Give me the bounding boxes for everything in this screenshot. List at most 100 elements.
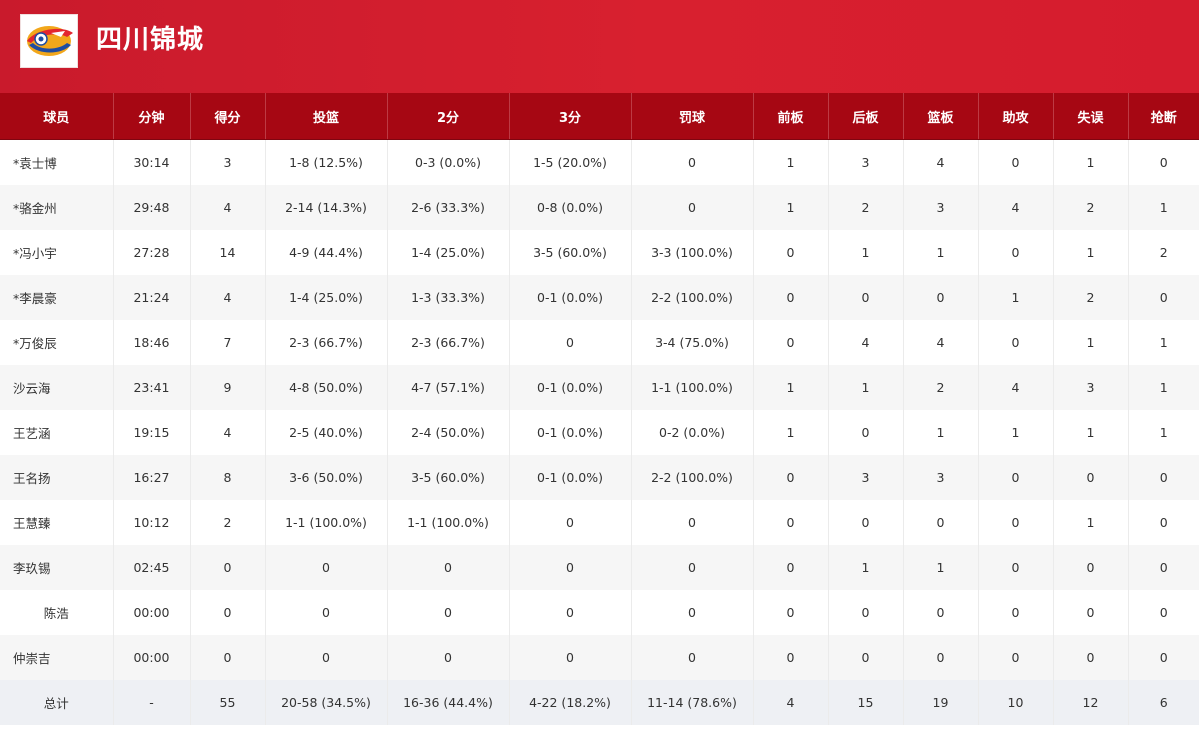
stat-cell-three-pt: 0 (508, 635, 631, 680)
stat-cell-three-pt: 0-1 (0.0%) (508, 455, 631, 500)
stat-cell-tov: 1 (1052, 500, 1128, 545)
column-header-fg[interactable]: 投篮 (264, 93, 387, 140)
total-cell-points: 55 (189, 680, 265, 725)
team-header: 四川锦城 (0, 0, 1199, 93)
column-header-minutes[interactable]: 分钟 (112, 93, 190, 140)
stat-cell-minutes: 18:46 (112, 320, 190, 365)
stat-cell-ft: 0 (630, 139, 753, 185)
stat-cell-dreb: 1 (827, 365, 903, 410)
total-row: 总计 -55 20-58 (34.5%) 16-36 (44.4%) 4-22 (18.… (0, 680, 1199, 725)
stat-cell-dreb: 2 (827, 185, 903, 230)
stat-cell-minutes: 30:14 (112, 139, 190, 185)
stat-cell-tov: 0 (1052, 635, 1128, 680)
stat-cell-minutes: 16:27 (112, 455, 190, 500)
column-header-points[interactable]: 得分 (189, 93, 265, 140)
player-name[interactable]: 王名扬 (0, 455, 113, 500)
table-row: 仲崇吉 00:00 0 0 0 0 0 0 0 0 0 0 0 (0, 635, 1199, 680)
stat-cell-two-pt: 2-6 (33.3%) (386, 185, 509, 230)
stat-cell-points: 4 (189, 275, 265, 320)
stat-cell-points: 3 (189, 139, 265, 185)
stat-cell-three-pt: 0-1 (0.0%) (508, 275, 631, 320)
total-cell-oreb: 4 (752, 680, 828, 725)
stat-cell-stl: 0 (1127, 139, 1199, 185)
stat-cell-tov: 2 (1052, 275, 1128, 320)
stat-cell-three-pt: 0 (508, 320, 631, 365)
stat-cell-oreb: 1 (752, 139, 828, 185)
column-header-reb[interactable]: 篮板 (902, 93, 978, 140)
stat-cell-points: 0 (189, 590, 265, 635)
total-cell-ast: 10 (977, 680, 1053, 725)
stat-cell-dreb: 0 (827, 635, 903, 680)
stat-cell-ast: 1 (977, 410, 1053, 455)
stat-cell-minutes: 29:48 (112, 185, 190, 230)
table-row: 王慧臻 10:12 2 1-1 (100.0%) 1-1 (100.0%) 0 0 0 0 0 0 1… (0, 500, 1199, 545)
column-header-oreb[interactable]: 前板 (752, 93, 828, 140)
player-name[interactable]: *冯小宇 (0, 230, 113, 275)
table-header-row: 球员 分钟 得分 投篮 2分 3分 罚球 前板 后板 篮板 助攻 失误 抢断 (0, 93, 1199, 140)
player-name[interactable]: *骆金州 (0, 185, 113, 230)
stat-cell-three-pt: 1-5 (20.0%) (508, 139, 631, 185)
player-name[interactable]: *万俊辰 (0, 320, 113, 365)
player-name[interactable]: 王艺涵 (0, 410, 113, 455)
stat-cell-two-pt: 3-5 (60.0%) (386, 455, 509, 500)
column-header-three-pt[interactable]: 3分 (508, 93, 631, 140)
stat-cell-two-pt: 4-7 (57.1%) (386, 365, 509, 410)
column-header-dreb[interactable]: 后板 (827, 93, 903, 140)
player-name[interactable]: 王慧臻 (0, 500, 113, 545)
stat-cell-ast: 4 (977, 365, 1053, 410)
table-row: 沙云海 23:41 9 4-8 (50.0%) 4-7 (57.1%) 0-1 (0.0%… (0, 365, 1199, 410)
stat-cell-ft: 0-2 (0.0%) (630, 410, 753, 455)
team-logo-icon (20, 14, 78, 68)
total-cell-fg: 20-58 (34.5%) (264, 680, 387, 725)
column-header-player[interactable]: 球员 (0, 93, 113, 140)
stat-cell-two-pt: 1-1 (100.0%) (386, 500, 509, 545)
table-row: 王艺涵 19:15 4 2-5 (40.0%) 2-4 (50.0%) 0-1 (0.0%… (0, 410, 1199, 455)
stat-cell-ast: 0 (977, 500, 1053, 545)
stat-cell-stl: 0 (1127, 500, 1199, 545)
stat-cell-fg: 1-8 (12.5%) (264, 139, 387, 185)
stat-cell-oreb: 0 (752, 635, 828, 680)
stat-cell-ast: 0 (977, 635, 1053, 680)
stat-cell-oreb: 0 (752, 500, 828, 545)
stat-cell-stl: 1 (1127, 320, 1199, 365)
column-header-ft[interactable]: 罚球 (630, 93, 753, 140)
column-header-two-pt[interactable]: 2分 (386, 93, 509, 140)
stat-cell-stl: 2 (1127, 230, 1199, 275)
stat-cell-stl: 1 (1127, 185, 1199, 230)
stat-cell-three-pt: 0 (508, 545, 631, 590)
player-name[interactable]: *袁士博 (0, 139, 113, 185)
player-name[interactable]: 仲崇吉 (0, 635, 113, 680)
stat-cell-two-pt: 0-3 (0.0%) (386, 139, 509, 185)
stat-cell-stl: 0 (1127, 275, 1199, 320)
stat-cell-points: 0 (189, 635, 265, 680)
column-header-stl[interactable]: 抢断 (1127, 93, 1199, 140)
stat-cell-fg: 3-6 (50.0%) (264, 455, 387, 500)
table-row: *李晨豪 21:24 4 1-4 (25.0%) 1-3 (33.3%) 0-1 (0.0… (0, 275, 1199, 320)
stat-cell-oreb: 0 (752, 455, 828, 500)
stat-cell-dreb: 0 (827, 590, 903, 635)
stat-cell-ft: 0 (630, 590, 753, 635)
stat-cell-minutes: 19:15 (112, 410, 190, 455)
column-header-ast[interactable]: 助攻 (977, 93, 1053, 140)
stat-cell-oreb: 0 (752, 275, 828, 320)
stat-cell-two-pt: 2-4 (50.0%) (386, 410, 509, 455)
player-name[interactable]: 李玖锡 (0, 545, 113, 590)
stat-cell-fg: 2-3 (66.7%) (264, 320, 387, 365)
stat-cell-oreb: 0 (752, 230, 828, 275)
stat-cell-tov: 1 (1052, 410, 1128, 455)
team-name: 四川锦城 (96, 25, 205, 55)
total-cell-stl: 6 (1127, 680, 1199, 725)
stat-cell-stl: 1 (1127, 365, 1199, 410)
player-name[interactable]: 沙云海 (0, 365, 113, 410)
stat-cell-ast: 0 (977, 139, 1053, 185)
table-row: *冯小宇 27:28 14 4-9 (44.4%) 1-4 (25.0%) 3-5 (60… (0, 230, 1199, 275)
column-header-tov[interactable]: 失误 (1052, 93, 1128, 140)
stat-cell-ft: 0 (630, 185, 753, 230)
stat-cell-three-pt: 0-8 (0.0%) (508, 185, 631, 230)
stat-cell-dreb: 3 (827, 139, 903, 185)
player-name[interactable]: *李晨豪 (0, 275, 113, 320)
stat-cell-reb: 4 (902, 320, 978, 365)
player-name[interactable]: 陈浩 (0, 590, 113, 635)
total-cell-dreb: 15 (827, 680, 903, 725)
total-cell-minutes: - (112, 680, 190, 725)
